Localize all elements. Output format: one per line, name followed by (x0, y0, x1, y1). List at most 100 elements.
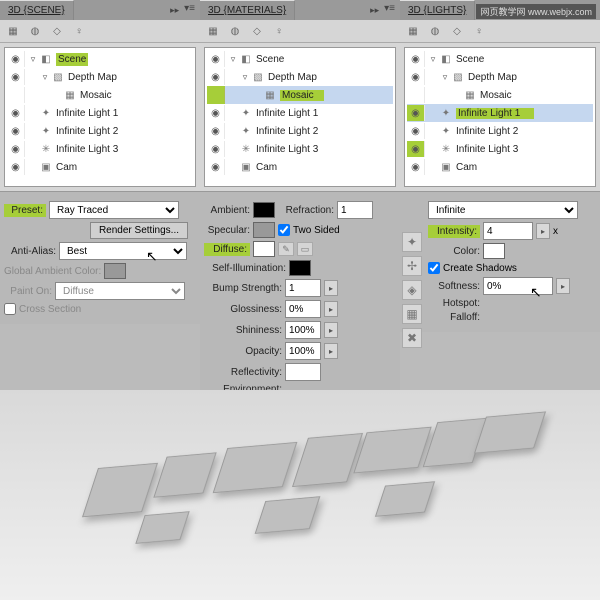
tree-row[interactable]: ◉Infinite Light 2 (207, 122, 393, 140)
eye-icon[interactable]: ◉ (407, 123, 425, 139)
delete-light-icon[interactable]: ✖ (402, 328, 422, 348)
eye-icon[interactable]: ◉ (207, 123, 225, 139)
eye-icon[interactable]: ◉ (407, 159, 425, 175)
light-position-icon[interactable]: ✢ (402, 256, 422, 276)
shininess-input[interactable] (285, 321, 321, 339)
tree-row[interactable]: ◉▿Depth Map (407, 68, 593, 86)
tree-row[interactable]: Mosaic (407, 86, 593, 104)
collapse-icon[interactable]: ▸▸ (368, 3, 381, 18)
eye-icon[interactable]: ◉ (207, 141, 225, 157)
filter-light-icon[interactable]: ♀ (271, 23, 287, 39)
anti-alias-label: Anti-Alias: (4, 246, 56, 257)
filter-light-icon[interactable]: ♀ (71, 23, 87, 39)
light-type-select[interactable]: Infinite (428, 201, 578, 219)
eye-icon[interactable] (207, 87, 225, 103)
tree-row[interactable]: ◉Infinite Light 1 (7, 104, 193, 122)
eye-icon[interactable] (7, 87, 25, 103)
eye-icon[interactable]: ◉ (7, 69, 25, 85)
global-ambient-swatch[interactable] (104, 263, 126, 279)
tab-scene[interactable]: 3D {SCENE} (0, 0, 74, 20)
tab-lights[interactable]: 3D {LIGHTS} (400, 0, 475, 20)
eye-icon[interactable]: ◉ (407, 51, 425, 67)
stepper-icon[interactable]: ▸ (324, 322, 338, 338)
eye-icon[interactable]: ◉ (7, 159, 25, 175)
eye-icon[interactable] (407, 87, 425, 103)
tree-row-selected[interactable]: ◉Infinite Light 1 (407, 104, 593, 122)
create-shadows-checkbox[interactable] (428, 262, 440, 274)
color-swatch[interactable] (483, 243, 505, 259)
refraction-input[interactable] (337, 201, 373, 219)
texture-icon[interactable]: ✎ (278, 242, 294, 256)
tree-row-scene[interactable]: ◉▿Scene (207, 50, 393, 68)
filter-mesh-icon[interactable]: ◍ (227, 23, 243, 39)
eye-icon[interactable]: ◉ (407, 69, 425, 85)
tree-row[interactable]: ◉Infinite Light 1 (207, 104, 393, 122)
light-target-icon[interactable]: ◈ (402, 280, 422, 300)
ambient-swatch[interactable] (253, 202, 275, 218)
eye-icon[interactable]: ◉ (407, 105, 425, 121)
opacity-input[interactable] (285, 342, 321, 360)
eye-icon[interactable]: ◉ (207, 159, 225, 175)
glossiness-input[interactable] (285, 300, 321, 318)
filter-scene-icon[interactable]: ▦ (5, 23, 21, 39)
two-sided-checkbox[interactable] (278, 224, 290, 236)
render-settings-button[interactable]: Render Settings... (90, 222, 188, 239)
stepper-icon[interactable]: ▸ (324, 280, 338, 296)
eye-icon[interactable]: ◉ (7, 105, 25, 121)
diffuse-swatch[interactable] (253, 241, 275, 257)
tree-row-scene[interactable]: ◉▿Scene (407, 50, 593, 68)
tree-row[interactable]: ◉Infinite Light 3 (7, 140, 193, 158)
filter-material-icon[interactable]: ◇ (449, 23, 465, 39)
tab-materials[interactable]: 3D {MATERIALS} (200, 0, 295, 20)
folder-icon[interactable]: ▭ (297, 242, 313, 256)
anti-alias-select[interactable]: Best (59, 242, 187, 260)
tree-row[interactable]: ◉▿Depth Map (7, 68, 193, 86)
eye-icon[interactable]: ◉ (207, 69, 225, 85)
filter-mesh-icon[interactable]: ◍ (27, 23, 43, 39)
tree-row[interactable]: ◉Cam (407, 158, 593, 176)
tree-row[interactable]: ◉Infinite Light 2 (7, 122, 193, 140)
camera-icon (239, 160, 253, 174)
specular-swatch[interactable] (253, 222, 275, 238)
tree-row-scene[interactable]: ◉▿Scene (7, 50, 193, 68)
tree-row[interactable]: ◉Infinite Light 2 (407, 122, 593, 140)
cross-section-checkbox[interactable] (4, 303, 16, 315)
stepper-icon[interactable]: ▸ (556, 278, 570, 294)
create-shadows-label: Create Shadows (443, 263, 517, 274)
stepper-icon[interactable]: ▸ (536, 223, 550, 239)
tree-row[interactable]: ◉Cam (7, 158, 193, 176)
filter-scene-icon[interactable]: ▦ (405, 23, 421, 39)
filter-scene-icon[interactable]: ▦ (205, 23, 221, 39)
filter-material-icon[interactable]: ◇ (49, 23, 65, 39)
tree-row[interactable]: ◉Infinite Light 3 (407, 140, 593, 158)
new-light-icon[interactable]: ✦ (402, 232, 422, 252)
self-illumination-swatch[interactable] (289, 260, 311, 276)
tree-row[interactable]: Mosaic (7, 86, 193, 104)
tree-row[interactable]: ◉▿Depth Map (207, 68, 393, 86)
menu-icon[interactable]: ▾≡ (181, 3, 198, 18)
eye-icon[interactable]: ◉ (207, 105, 225, 121)
filter-material-icon[interactable]: ◇ (249, 23, 265, 39)
collapse-icon[interactable]: ▸▸ (168, 3, 181, 18)
tree-row[interactable]: ◉Cam (207, 158, 393, 176)
bump-input[interactable] (285, 279, 321, 297)
eye-icon[interactable]: ◉ (7, 123, 25, 139)
eye-icon[interactable]: ◉ (7, 51, 25, 67)
light-ground-icon[interactable]: ▦ (402, 304, 422, 324)
stepper-icon[interactable]: ▸ (324, 301, 338, 317)
eye-icon[interactable]: ◉ (207, 51, 225, 67)
stepper-icon[interactable]: ▸ (324, 343, 338, 359)
intensity-input[interactable] (483, 222, 533, 240)
preset-select[interactable]: Ray Traced (49, 201, 179, 219)
node-label: Scene (56, 53, 88, 66)
menu-icon[interactable]: ▾≡ (381, 3, 398, 18)
paint-on-select[interactable]: Diffuse (55, 282, 185, 300)
eye-icon[interactable]: ◉ (7, 141, 25, 157)
tree-row-selected[interactable]: Mosaic (207, 86, 393, 104)
filter-light-icon[interactable]: ♀ (471, 23, 487, 39)
eye-icon-highlighted[interactable]: ◉ (407, 141, 425, 157)
tree-row[interactable]: ◉Infinite Light 3 (207, 140, 393, 158)
softness-input[interactable] (483, 277, 553, 295)
lights-options: Infinite Intensity:▸x Color: Create Shad… (400, 191, 600, 332)
filter-mesh-icon[interactable]: ◍ (427, 23, 443, 39)
